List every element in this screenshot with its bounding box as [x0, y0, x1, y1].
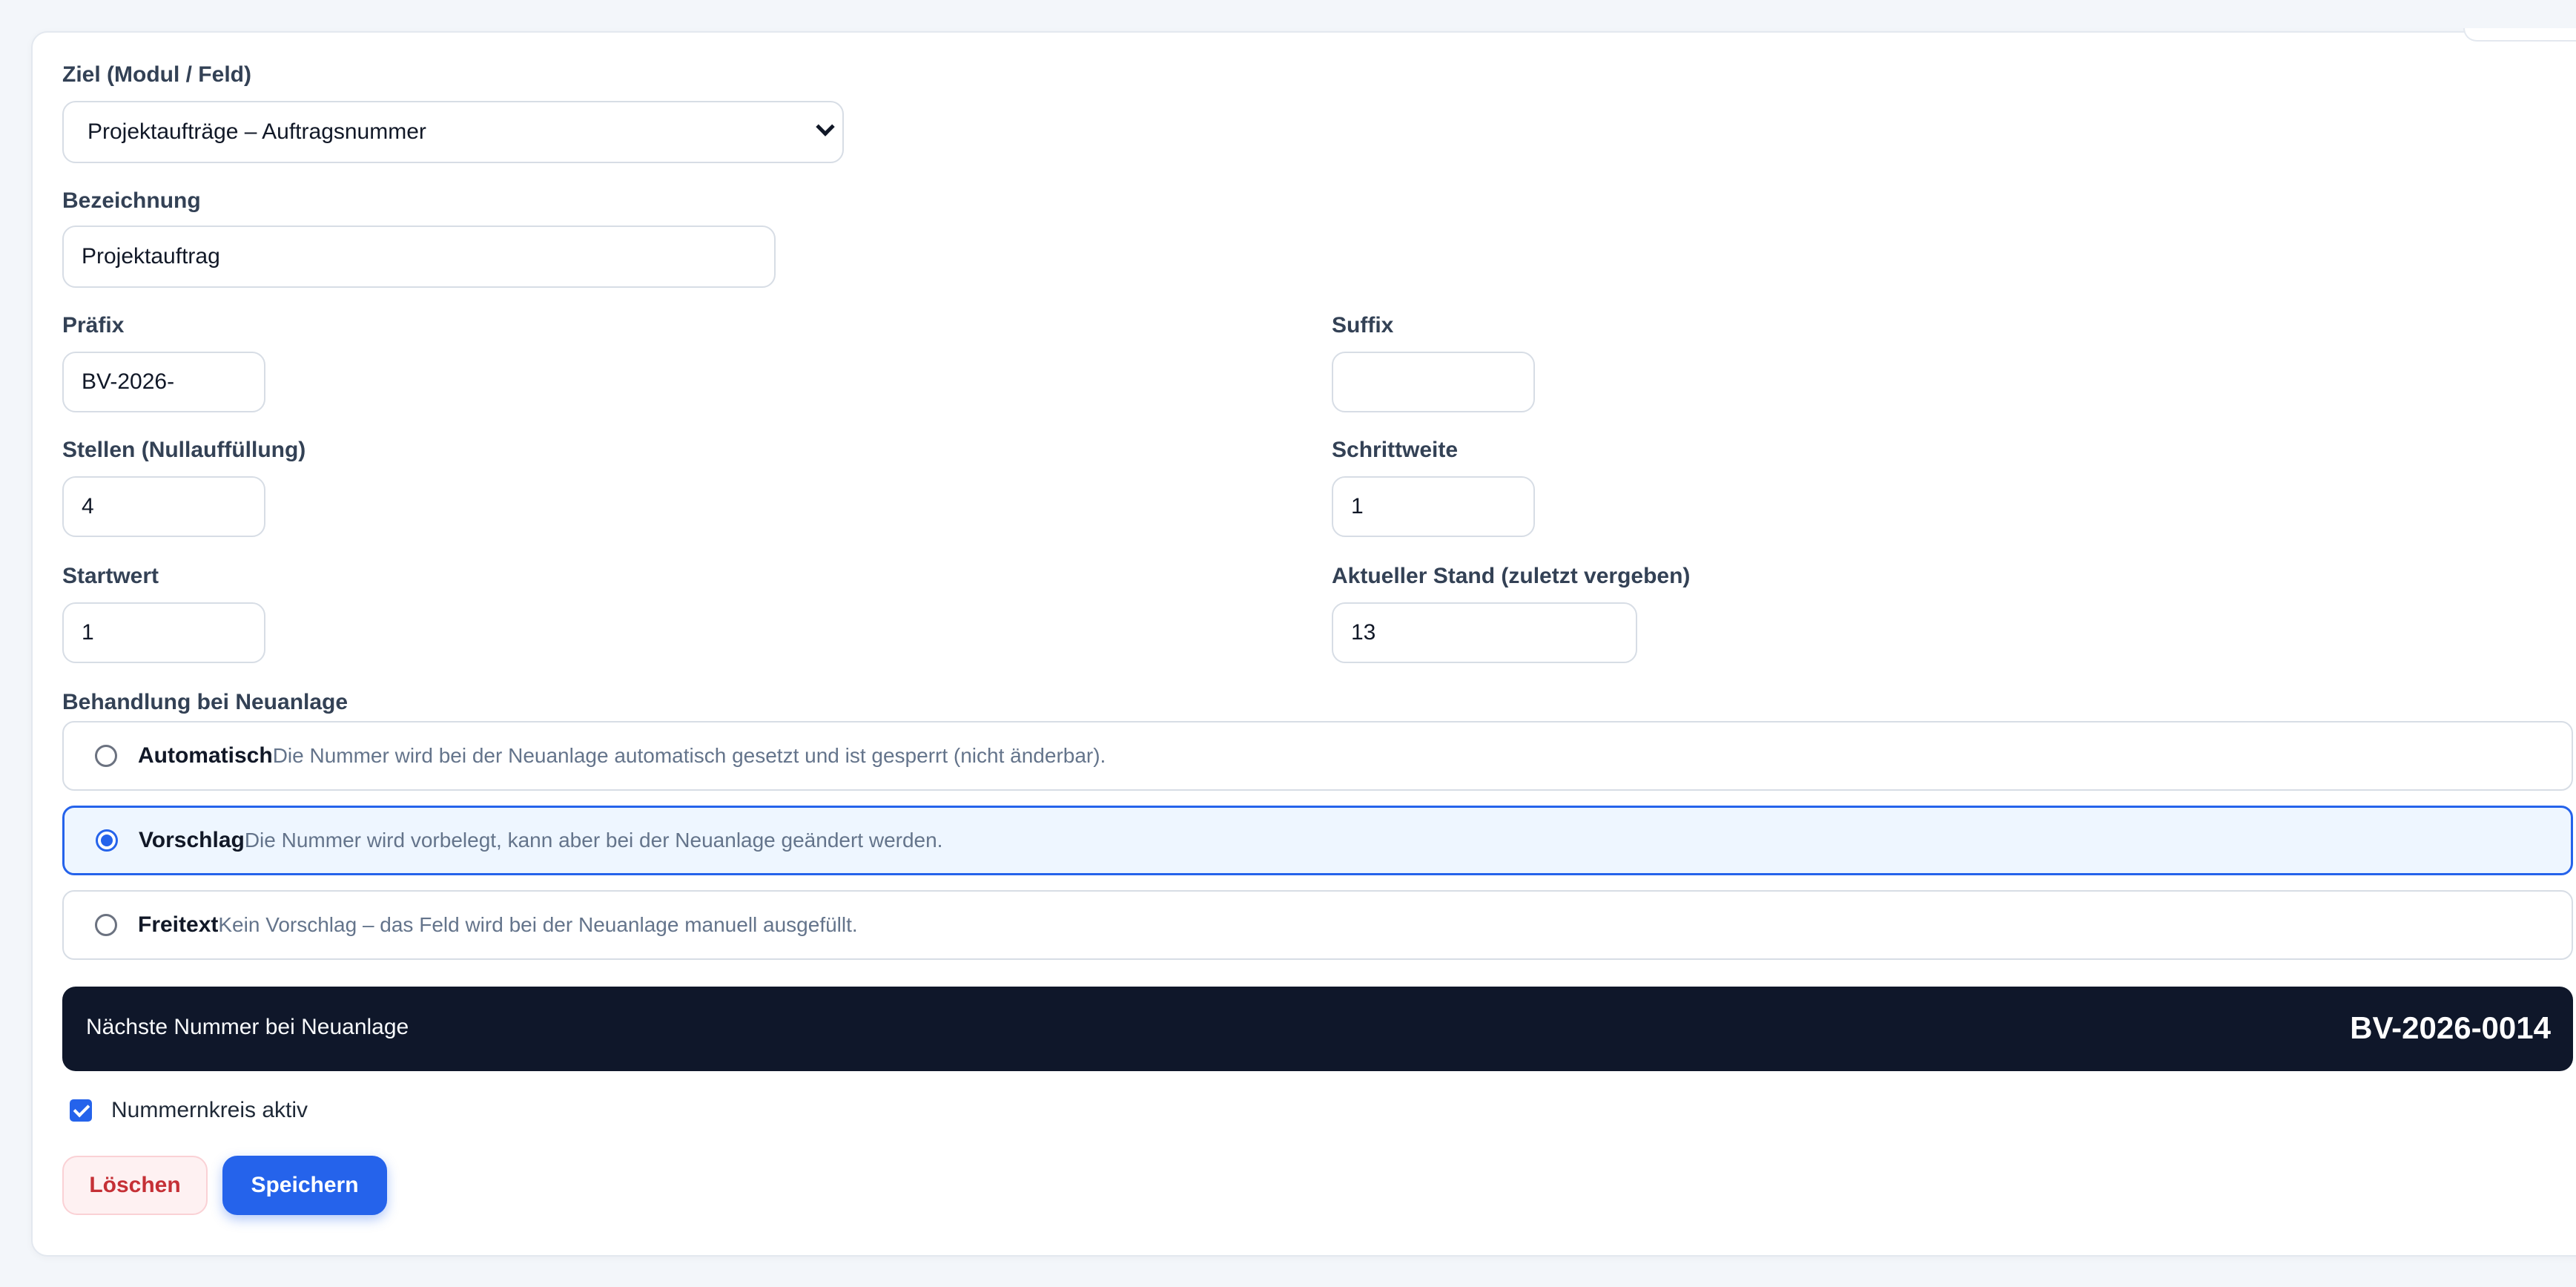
current-input[interactable]: 13: [1332, 602, 1637, 663]
option-automatic-text: AutomatischDie Nummer wird bei der Neuan…: [138, 743, 1106, 768]
option-suggestion-description: Die Nummer wird vorbelegt, kann aber bei…: [244, 829, 943, 852]
next-number-value: BV-2026-0014: [2350, 1010, 2551, 1045]
radio-suggestion[interactable]: [96, 829, 118, 852]
handling-option-automatic[interactable]: AutomatischDie Nummer wird bei der Neuan…: [62, 721, 2573, 791]
option-automatic-description: Die Nummer wird bei der Neuanlage automa…: [272, 744, 1106, 767]
suffix-label: Suffix: [1332, 313, 1394, 338]
handling-option-freetext[interactable]: FreitextKein Vorschlag – das Feld wird b…: [62, 890, 2573, 960]
step-input-value: 1: [1351, 494, 1364, 519]
handling-option-suggestion[interactable]: VorschlagDie Nummer wird vorbelegt, kann…: [62, 806, 2573, 875]
chevron-down-icon: [816, 117, 835, 136]
option-freetext-title: Freitext: [138, 912, 219, 937]
start-input-value: 1: [82, 620, 94, 645]
designation-input-value: Projektauftrag: [82, 244, 220, 269]
option-suggestion-text: VorschlagDie Nummer wird vorbelegt, kann…: [139, 828, 942, 853]
target-label: Ziel (Modul / Feld): [62, 62, 251, 87]
radio-automatic[interactable]: [95, 745, 117, 767]
number-range-form-card: [31, 28, 2576, 1257]
target-select[interactable]: Projektaufträge – Auftragsnummer: [62, 101, 844, 163]
designation-input[interactable]: Projektauftrag: [62, 226, 776, 288]
prefix-input-value: BV-2026-: [82, 369, 175, 394]
option-automatic-title: Automatisch: [138, 743, 273, 768]
active-checkbox-label[interactable]: Nummernkreis aktiv: [111, 1098, 308, 1123]
save-button[interactable]: Speichern: [222, 1156, 387, 1215]
handling-label: Behandlung bei Neuanlage: [62, 690, 349, 714]
suffix-input[interactable]: [1332, 352, 1535, 412]
digits-label: Stellen (Nullauffüllung): [62, 438, 306, 462]
start-input[interactable]: 1: [62, 602, 265, 663]
next-number-label: Nächste Nummer bei Neuanlage: [86, 1015, 409, 1039]
digits-input[interactable]: 4: [62, 476, 265, 537]
radio-freetext[interactable]: [95, 914, 117, 936]
current-input-value: 13: [1351, 620, 1376, 645]
start-label: Startwert: [62, 564, 159, 588]
step-label: Schrittweite: [1332, 438, 1459, 462]
top-right-panel-edge: [2463, 28, 2576, 42]
prefix-input[interactable]: BV-2026-: [62, 352, 265, 412]
delete-button[interactable]: Löschen: [62, 1156, 208, 1215]
current-label: Aktueller Stand (zuletzt vergeben): [1332, 564, 1691, 588]
option-freetext-text: FreitextKein Vorschlag – das Feld wird b…: [138, 912, 858, 938]
prefix-label: Präfix: [62, 313, 125, 338]
designation-label: Bezeichnung: [62, 188, 201, 213]
option-freetext-description: Kein Vorschlag – das Feld wird bei der N…: [218, 913, 858, 936]
option-suggestion-title: Vorschlag: [139, 828, 245, 852]
step-input[interactable]: 1: [1332, 476, 1535, 537]
next-number-banner: Nächste Nummer bei Neuanlage BV-2026-001…: [62, 987, 2573, 1071]
active-checkbox[interactable]: [70, 1099, 92, 1122]
target-select-value: Projektaufträge – Auftragsnummer: [87, 119, 426, 144]
digits-input-value: 4: [82, 494, 94, 519]
